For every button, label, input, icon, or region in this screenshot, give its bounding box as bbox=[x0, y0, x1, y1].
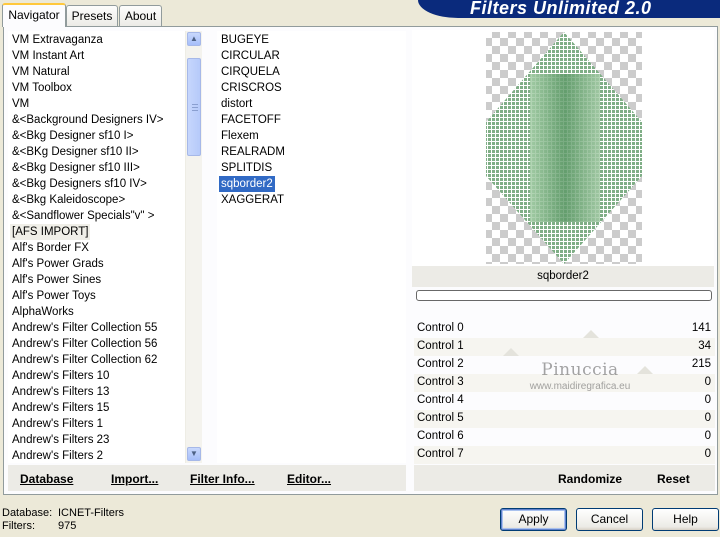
control-pointer[interactable] bbox=[503, 348, 520, 356]
category-item[interactable]: &<Bkg Designer sf10 III> bbox=[10, 160, 142, 176]
scroll-thumb[interactable] bbox=[187, 58, 201, 156]
control-value: 215 bbox=[691, 358, 711, 370]
category-item[interactable]: Alf's Power Grads bbox=[10, 256, 106, 272]
category-item[interactable]: VM bbox=[10, 96, 31, 112]
tab-navigator[interactable]: Navigator bbox=[2, 3, 66, 27]
control-label: Control 7 bbox=[417, 448, 464, 460]
filters-value: 975 bbox=[58, 520, 77, 532]
watermark-url: www.maidiregrafica.eu bbox=[529, 381, 631, 392]
control-label: Control 2 bbox=[417, 358, 464, 370]
filter-item[interactable]: sqborder2 bbox=[219, 176, 275, 192]
control-label: Control 6 bbox=[417, 430, 464, 442]
randomize-button[interactable]: Randomize bbox=[558, 472, 622, 486]
filter-item[interactable]: CIRQUELA bbox=[219, 64, 282, 80]
control-label: Control 4 bbox=[417, 394, 464, 406]
preview-filter-name: sqborder2 bbox=[412, 266, 714, 287]
category-item[interactable]: Andrew's Filters 23 bbox=[10, 432, 111, 448]
cancel-button[interactable]: Cancel bbox=[576, 508, 643, 531]
control-value: 0 bbox=[704, 394, 711, 406]
category-item[interactable]: Andrew's Filter Collection 56 bbox=[10, 336, 159, 352]
category-item[interactable]: &<Sandflower Specials"v" > bbox=[10, 208, 156, 224]
filter-item[interactable]: XAGGERAT bbox=[219, 192, 286, 208]
filter-item[interactable]: FACETOFF bbox=[219, 112, 283, 128]
preview-area bbox=[412, 30, 714, 267]
watermark-name: Pinuccia bbox=[541, 360, 619, 380]
control-value: 34 bbox=[698, 340, 711, 352]
help-button[interactable]: Help bbox=[652, 508, 719, 531]
category-item[interactable]: VM Natural bbox=[10, 64, 72, 80]
control-value: 141 bbox=[691, 322, 711, 334]
category-item[interactable]: Andrew's Filters 10 bbox=[10, 368, 111, 384]
category-item[interactable]: Andrew's Filters 2 bbox=[10, 448, 105, 463]
category-item[interactable]: &<Bkg Designer sf10 I> bbox=[10, 128, 135, 144]
category-item[interactable]: Andrew's Filter Collection 62 bbox=[10, 352, 159, 368]
category-item[interactable]: AlphaWorks bbox=[10, 304, 76, 320]
category-item[interactable]: &<BKg Designer sf10 II> bbox=[10, 144, 141, 160]
editor-button[interactable]: Editor... bbox=[287, 472, 331, 486]
category-scrollbar[interactable]: ▲ ▼ bbox=[185, 31, 202, 463]
category-item[interactable]: Alf's Power Toys bbox=[10, 288, 98, 304]
filter-list[interactable]: BUGEYE CIRCULAR CIRQUELA CRISCROS distort FAC… bbox=[217, 31, 406, 463]
reset-button[interactable]: Reset bbox=[657, 472, 690, 486]
category-item[interactable]: Andrew's Filters 13 bbox=[10, 384, 111, 400]
database-button[interactable]: Database bbox=[20, 472, 73, 486]
control-value: 0 bbox=[704, 448, 711, 460]
filter-item[interactable]: SPLITDIS bbox=[219, 160, 274, 176]
filter-item[interactable]: Flexem bbox=[219, 128, 261, 144]
control-slider[interactable]: Control 7 0 bbox=[414, 446, 715, 464]
control-slider[interactable]: Control 1 34 bbox=[414, 338, 715, 356]
app-title-banner: Filters Unlimited 2.0 bbox=[418, 0, 720, 18]
database-label: Database: bbox=[2, 507, 53, 519]
control-slider[interactable]: Control 4 0 bbox=[414, 392, 715, 410]
category-item[interactable]: Andrew's Filters 1 bbox=[10, 416, 105, 432]
filter-info-button[interactable]: Filter Info... bbox=[190, 472, 255, 486]
control-label: Control 1 bbox=[417, 340, 464, 352]
control-slider[interactable]: Control 6 0 bbox=[414, 428, 715, 446]
control-value: 0 bbox=[704, 412, 711, 424]
control-label: Control 3 bbox=[417, 376, 464, 388]
category-item[interactable]: Andrew's Filter Collection 55 bbox=[10, 320, 159, 336]
apply-button[interactable]: Apply bbox=[500, 508, 567, 531]
filter-item[interactable]: CIRCULAR bbox=[219, 48, 282, 64]
control-label: Control 5 bbox=[417, 412, 464, 424]
filter-item[interactable]: REALRADM bbox=[219, 144, 287, 160]
category-list[interactable]: VM Extravaganza VM Instant Art VM Natural V… bbox=[8, 31, 185, 463]
category-item[interactable]: Alf's Border FX bbox=[10, 240, 91, 256]
control-pointer[interactable] bbox=[582, 330, 599, 338]
filter-item[interactable]: CRISCROS bbox=[219, 80, 284, 96]
control-label: Control 0 bbox=[417, 322, 464, 334]
control-value: 0 bbox=[704, 430, 711, 442]
category-item[interactable]: [AFS IMPORT] bbox=[10, 224, 91, 240]
filter-item[interactable]: BUGEYE bbox=[219, 32, 271, 48]
filter-item[interactable]: distort bbox=[219, 96, 254, 112]
filters-label: Filters: bbox=[2, 520, 35, 532]
control-value: 0 bbox=[704, 376, 711, 388]
category-item[interactable]: &<Bkg Designers sf10 IV> bbox=[10, 176, 149, 192]
watermark: Pinuccia www.maidiregrafica.eu bbox=[500, 360, 660, 392]
control-slider[interactable]: Control 0 141 bbox=[414, 320, 715, 338]
preview-image bbox=[486, 32, 642, 264]
import-button[interactable]: Import... bbox=[111, 472, 158, 486]
category-item[interactable]: &<Background Designers IV> bbox=[10, 112, 166, 128]
category-item[interactable]: Andrew's Filters 15 bbox=[10, 400, 111, 416]
database-value: ICNET-Filters bbox=[58, 507, 124, 519]
category-item[interactable]: VM Toolbox bbox=[10, 80, 74, 96]
tab-about[interactable]: About bbox=[119, 5, 162, 26]
scroll-down-button[interactable]: ▼ bbox=[187, 447, 201, 461]
scroll-up-button[interactable]: ▲ bbox=[187, 32, 201, 46]
app-title: Filters Unlimited 2.0 bbox=[470, 0, 652, 18]
category-item[interactable]: VM Extravaganza bbox=[10, 32, 105, 48]
progress-bar bbox=[416, 290, 712, 301]
category-item[interactable]: &<Bkg Kaleidoscope> bbox=[10, 192, 127, 208]
category-item[interactable]: VM Instant Art bbox=[10, 48, 86, 64]
category-item[interactable]: Alf's Power Sines bbox=[10, 272, 103, 288]
tab-presets[interactable]: Presets bbox=[66, 5, 118, 26]
control-slider[interactable]: Control 5 0 bbox=[414, 410, 715, 428]
